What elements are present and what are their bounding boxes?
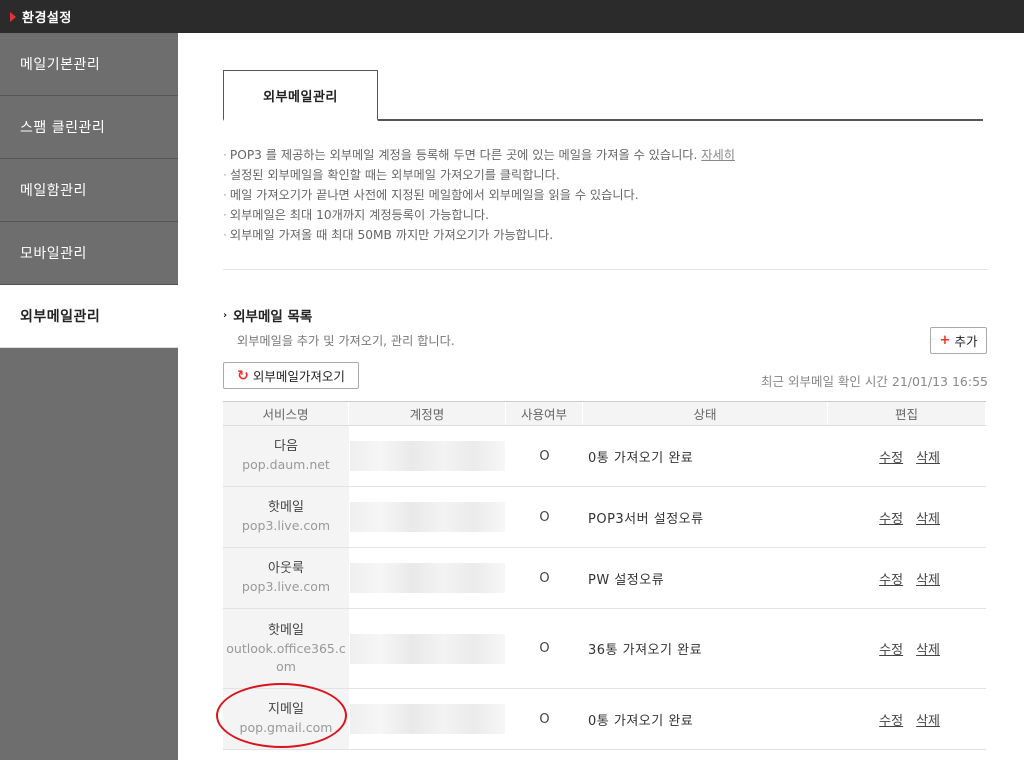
status-cell: 0통 가져오기 완료 bbox=[588, 450, 694, 466]
fetch-external-mail-button[interactable]: ↻ 외부메일가져오기 bbox=[223, 362, 359, 389]
sidebar-item-mailbox[interactable]: 메일함관리 bbox=[0, 159, 178, 222]
usage-cell: O bbox=[539, 509, 550, 525]
table-row: 지메일 pop.gmail.com O 0통 가져오기 완료 수정 삭제 bbox=[223, 689, 986, 750]
sidebar-item-spam-clean[interactable]: 스팸 클린관리 bbox=[0, 96, 178, 159]
service-cell: 다음 pop.daum.net bbox=[223, 426, 349, 486]
page-title: 환경설정 bbox=[22, 11, 72, 26]
usage-cell: O bbox=[539, 448, 550, 464]
col-account: 계정명 bbox=[349, 402, 506, 425]
bullet-icon: · bbox=[223, 168, 227, 182]
bullet-icon: · bbox=[223, 188, 227, 202]
section-divider bbox=[223, 269, 988, 270]
top-header-bar: 환경설정 bbox=[0, 0, 1024, 33]
table-row: 다음 pop.daum.net O 0통 가져오기 완료 수정 삭제 bbox=[223, 426, 986, 487]
col-status: 상태 bbox=[583, 402, 828, 425]
note-item: · POP3 를 제공하는 외부메일 계정을 등록해 두면 다른 곳에 있는 메일… bbox=[223, 148, 735, 162]
account-cell bbox=[349, 548, 506, 608]
edit-cell: 수정 삭제 bbox=[828, 487, 986, 547]
account-cell bbox=[349, 609, 506, 688]
edit-cell: 수정 삭제 bbox=[828, 548, 986, 608]
delete-link[interactable]: 삭제 bbox=[916, 569, 940, 588]
delete-link[interactable]: 삭제 bbox=[916, 639, 940, 658]
tab-external-mail[interactable]: 외부메일관리 bbox=[223, 70, 378, 121]
table-header: 서비스명 계정명 사용여부 상태 편집 bbox=[223, 401, 986, 426]
service-cell: 아웃룩 pop3.live.com bbox=[223, 548, 349, 608]
blurred-account bbox=[350, 441, 505, 471]
sidebar-item-mobile[interactable]: 모바일관리 bbox=[0, 222, 178, 285]
main-content: 외부메일관리 · POP3 를 제공하는 외부메일 계정을 등록해 두면 다른 곳… bbox=[178, 33, 1024, 760]
sidebar-item-external-mail[interactable]: 외부메일관리 bbox=[0, 285, 178, 348]
service-cell: 핫메일 outlook.office365.com bbox=[223, 609, 349, 688]
status-cell: 36통 가져오기 완료 bbox=[588, 643, 703, 658]
edit-link[interactable]: 수정 bbox=[879, 639, 903, 658]
account-cell bbox=[349, 487, 506, 547]
details-link[interactable]: 자세히 bbox=[701, 148, 735, 162]
blurred-account bbox=[350, 502, 505, 532]
note-item: · 메일 가져오기가 끝나면 사전에 지정된 메일함에서 외부메일을 읽을 수 있… bbox=[223, 188, 639, 202]
tab-bar: 외부메일관리 bbox=[223, 70, 983, 121]
account-cell bbox=[349, 426, 506, 486]
table-row: 핫메일 outlook.office365.com O 36통 가져오기 완료 … bbox=[223, 609, 986, 689]
table-row: 핫메일 pop3.live.com O POP3서버 설정오류 수정 삭제 bbox=[223, 487, 986, 548]
edit-cell: 수정 삭제 bbox=[828, 426, 986, 486]
edit-cell: 수정 삭제 bbox=[828, 609, 986, 688]
edit-link[interactable]: 수정 bbox=[879, 710, 903, 729]
status-cell: 0통 가져오기 완료 bbox=[588, 713, 694, 729]
status-cell: PW 설정오류 bbox=[588, 572, 665, 588]
table-row: 아웃룩 pop3.live.com O PW 설정오류 수정 삭제 bbox=[223, 548, 986, 609]
blurred-account bbox=[350, 563, 505, 593]
edit-link[interactable]: 수정 bbox=[879, 508, 903, 527]
edit-link[interactable]: 수정 bbox=[879, 569, 903, 588]
edit-link[interactable]: 수정 bbox=[879, 447, 903, 466]
service-cell: 핫메일 pop3.live.com bbox=[223, 487, 349, 547]
delete-link[interactable]: 삭제 bbox=[916, 508, 940, 527]
blurred-account bbox=[350, 704, 505, 734]
account-cell bbox=[349, 689, 506, 749]
list-section-desc: 외부메일을 추가 및 가져오기, 관리 합니다. bbox=[237, 334, 455, 348]
note-item: · 외부메일은 최대 10개까지 계정등록이 가능합니다. bbox=[223, 208, 490, 222]
col-edit: 편집 bbox=[828, 402, 986, 425]
edit-cell: 수정 삭제 bbox=[828, 689, 986, 749]
col-service: 서비스명 bbox=[223, 402, 349, 425]
usage-cell: O bbox=[539, 711, 550, 727]
bullet-icon: · bbox=[223, 148, 227, 162]
bullet-icon: · bbox=[223, 228, 227, 242]
delete-link[interactable]: 삭제 bbox=[916, 710, 940, 729]
usage-cell: O bbox=[539, 570, 550, 586]
plus-icon: + bbox=[939, 333, 951, 348]
external-mail-table: 서비스명 계정명 사용여부 상태 편집 다음 pop.daum.net O 0통… bbox=[223, 401, 986, 750]
chevron-right-icon: › bbox=[223, 309, 228, 321]
list-section-title: › 외부메일 목록 bbox=[223, 309, 313, 325]
info-notes: · POP3 를 제공하는 외부메일 계정을 등록해 두면 다른 곳에 있는 메일… bbox=[223, 145, 988, 245]
delete-link[interactable]: 삭제 bbox=[916, 447, 940, 466]
note-item: · 설정된 외부메일을 확인할 때는 외부메일 가져오기를 클릭합니다. bbox=[223, 168, 560, 182]
service-cell: 지메일 pop.gmail.com bbox=[223, 689, 349, 749]
status-cell: POP3서버 설정오류 bbox=[588, 511, 704, 527]
last-check-time: 최근 외부메일 확인 시간 21/01/13 16:55 bbox=[760, 374, 988, 389]
bullet-icon: · bbox=[223, 208, 227, 222]
sidebar: 메일기본관리 스팸 클린관리 메일함관리 모바일관리 외부메일관리 bbox=[0, 33, 178, 760]
refresh-icon: ↻ bbox=[237, 367, 249, 384]
usage-cell: O bbox=[539, 641, 550, 656]
sidebar-item-mail-basic[interactable]: 메일기본관리 bbox=[0, 33, 178, 96]
blurred-account bbox=[350, 633, 505, 664]
note-item: · 외부메일 가져올 때 최대 50MB 까지만 가져오기가 가능합니다. bbox=[223, 228, 554, 242]
col-usage: 사용여부 bbox=[506, 402, 583, 425]
triangle-marker-icon bbox=[10, 11, 16, 22]
add-account-button[interactable]: + 추가 bbox=[930, 327, 987, 354]
